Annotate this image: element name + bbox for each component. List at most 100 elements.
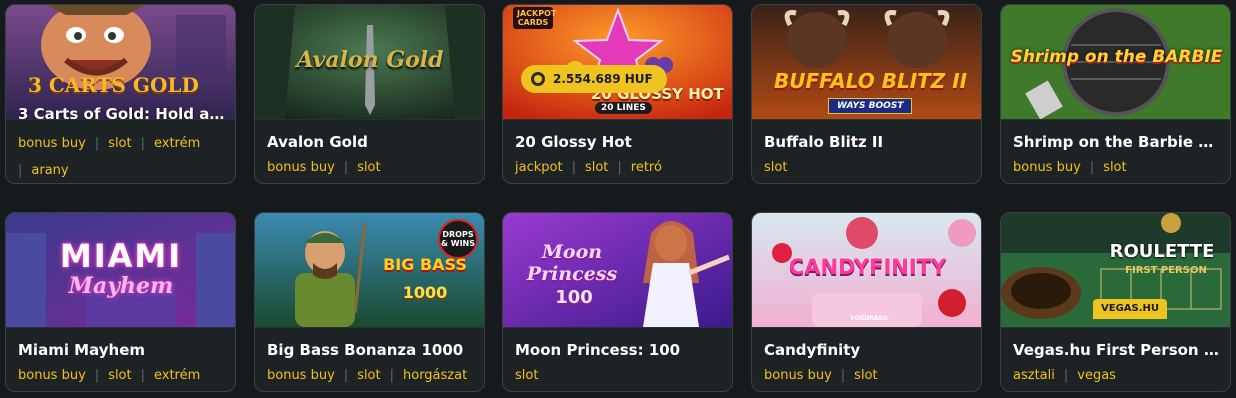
carts-of-gold-artwork	[6, 5, 235, 119]
tag-link[interactable]: asztali	[1013, 363, 1055, 389]
game-sublogo: 1000	[402, 283, 448, 302]
game-title: 3 Carts of Gold: Hold an...	[18, 105, 225, 120]
game-tags: bonus buy | slot | extrém	[18, 363, 227, 389]
game-title: Vegas.hu First Person R...	[1013, 341, 1220, 359]
game-tags: bonus buy | slot	[764, 363, 973, 389]
game-thumbnail[interactable]: CANDYFINITY YGGDRASIL	[752, 213, 981, 328]
tag-link[interactable]: slot	[108, 131, 131, 157]
jackpot-cards-badge: JACKPOT CARDS	[513, 7, 556, 29]
game-tags-second-line: | arany	[18, 158, 227, 183]
game-card-candyfinity[interactable]: CANDYFINITY YGGDRASIL Candyfinity bonus …	[751, 212, 982, 392]
game-title: Buffalo Blitz II	[764, 133, 884, 151]
tag-separator: |	[840, 368, 846, 383]
tag-link[interactable]: extrém	[154, 131, 200, 157]
game-title: Miami Mayhem	[18, 341, 146, 359]
game-title: Big Bass Bonanza 1000	[267, 341, 464, 359]
tag-link[interactable]: extrém	[154, 363, 200, 389]
tag-link[interactable]: horgászat	[403, 363, 467, 389]
game-card-vegas-first-person-roulette[interactable]: ROULETTE FIRST PERSON VEGAS.HU Vegas.hu …	[1000, 212, 1231, 392]
tag-separator: |	[140, 368, 145, 383]
game-thumbnail[interactable]: ROULETTE FIRST PERSON VEGAS.HU	[1001, 213, 1230, 328]
game-title: Avalon Gold	[267, 133, 368, 151]
game-tags: bonus buy | slot	[1013, 155, 1222, 181]
game-sublogo: 100	[555, 287, 593, 308]
game-tags: jackpot | slot | retró	[515, 155, 724, 181]
game-card-miami-mayhem[interactable]: MIAMI Mayhem Miami Mayhem bonus buy | slot…	[5, 212, 236, 392]
tag-separator: |	[94, 368, 100, 383]
game-card-buffalo-blitz-ii[interactable]: BUFFALO BLITZ II WAYS BOOST Buffalo Blit…	[751, 4, 982, 184]
tag-link[interactable]: slot	[854, 363, 877, 389]
game-logo: Avalon Gold	[296, 47, 444, 73]
game-title: Shrimp on the Barbie B...	[1013, 133, 1220, 151]
game-sublogo: WAYS BOOST	[828, 98, 913, 114]
game-grid: 3 CARTS GOLD 3 Carts of Gold: Hold an...…	[0, 0, 1236, 398]
tag-separator: |	[1063, 368, 1069, 383]
tag-separator: |	[18, 163, 23, 178]
game-title: Candyfinity	[764, 341, 861, 359]
jackpot-value: 2.554.689 HUF	[553, 72, 653, 86]
game-sublogo: 20 LINES	[595, 102, 652, 114]
game-card-big-bass-bonanza-1000[interactable]: DROPS & WINS BIG BASS 1000 Big Bass Bona…	[254, 212, 485, 392]
game-logo: CANDYFINITY	[788, 255, 947, 279]
tag-link[interactable]: jackpot	[515, 155, 563, 181]
game-thumbnail[interactable]: Moon Princess 100	[503, 213, 732, 328]
tag-link[interactable]: vegas	[1077, 363, 1116, 389]
tag-separator: |	[571, 160, 576, 175]
tag-link[interactable]: bonus buy	[267, 155, 335, 181]
game-thumbnail[interactable]: MIAMI Mayhem	[6, 213, 235, 328]
game-card-3-carts-of-gold[interactable]: 3 CARTS GOLD 3 Carts of Gold: Hold an...…	[5, 4, 236, 184]
game-thumbnail[interactable]: 3 CARTS GOLD 3 Carts of Gold: Hold an...	[6, 5, 235, 120]
game-thumbnail[interactable]: BUFFALO BLITZ II WAYS BOOST	[752, 5, 981, 120]
tag-link[interactable]: arany	[31, 158, 68, 183]
tag-link[interactable]: slot	[515, 363, 538, 389]
game-tags: bonus buy | slot | horgászat	[267, 363, 476, 389]
game-logo: ROULETTE	[1109, 241, 1215, 262]
tag-link[interactable]: slot	[357, 363, 380, 389]
game-title: 20 Glossy Hot	[515, 133, 632, 151]
game-card-shrimp-on-the-barbie[interactable]: Shrimp on the BARBIE Shrimp on the Barbi…	[1000, 4, 1231, 184]
game-logo: 3 CARTS GOLD	[28, 73, 199, 97]
game-card-20-glossy-hot[interactable]: JACKPOT CARDS 20 GLOSSY HOT 20 LINES 2.5…	[502, 4, 733, 184]
tag-separator: |	[617, 160, 622, 175]
game-card-moon-princess-100[interactable]: Moon Princess 100 Moon Princess: 100 slo…	[502, 212, 733, 392]
game-logo: BIG BASS	[383, 255, 467, 274]
game-tags: slot	[764, 155, 973, 181]
game-sublogo: Mayhem	[68, 273, 174, 299]
game-thumbnail[interactable]: Shrimp on the BARBIE	[1001, 5, 1230, 120]
game-thumbnail[interactable]: JACKPOT CARDS 20 GLOSSY HOT 20 LINES 2.5…	[503, 5, 732, 120]
tag-link[interactable]: slot	[764, 155, 787, 181]
tag-link[interactable]: slot	[585, 155, 608, 181]
coins-icon	[531, 72, 545, 86]
tag-link[interactable]: bonus buy	[18, 131, 86, 157]
game-tags: asztali | vegas	[1013, 363, 1222, 389]
game-card-avalon-gold[interactable]: Avalon Gold Avalon Gold bonus buy | slot	[254, 4, 485, 184]
tag-separator: |	[389, 368, 394, 383]
tag-link[interactable]: slot	[357, 155, 380, 181]
game-thumbnail[interactable]: DROPS & WINS BIG BASS 1000	[255, 213, 484, 328]
jackpot-amount-pill: 2.554.689 HUF	[521, 65, 667, 93]
tag-separator: |	[94, 136, 100, 151]
drops-and-wins-badge: DROPS & WINS	[438, 219, 478, 259]
game-thumbnail[interactable]: Avalon Gold	[255, 5, 484, 120]
game-tags: bonus buy | slot	[267, 155, 476, 181]
game-logo: MIAMI	[59, 237, 183, 275]
tag-separator: |	[343, 160, 349, 175]
tag-link[interactable]: slot	[108, 363, 131, 389]
vegas-badge: VEGAS.HU	[1093, 299, 1168, 319]
tag-link[interactable]: bonus buy	[18, 363, 86, 389]
game-logo: Moon Princess	[526, 241, 618, 285]
game-sublogo: FIRST PERSON	[1125, 265, 1207, 276]
game-logo: Shrimp on the BARBIE	[1010, 47, 1223, 67]
tag-link[interactable]: bonus buy	[764, 363, 832, 389]
tag-link[interactable]: bonus buy	[267, 363, 335, 389]
tag-link[interactable]: slot	[1103, 155, 1126, 181]
provider-badge: YGGDRASIL	[850, 315, 889, 322]
tag-link[interactable]: retró	[631, 155, 662, 181]
tag-separator: |	[1089, 160, 1095, 175]
game-logo: BUFFALO BLITZ II	[774, 69, 968, 93]
tag-link[interactable]: bonus buy	[1013, 155, 1081, 181]
tag-separator: |	[140, 136, 145, 151]
game-tags: bonus buy | slot | extrém	[18, 131, 227, 157]
tag-separator: |	[343, 368, 349, 383]
game-title: Moon Princess: 100	[515, 341, 681, 359]
